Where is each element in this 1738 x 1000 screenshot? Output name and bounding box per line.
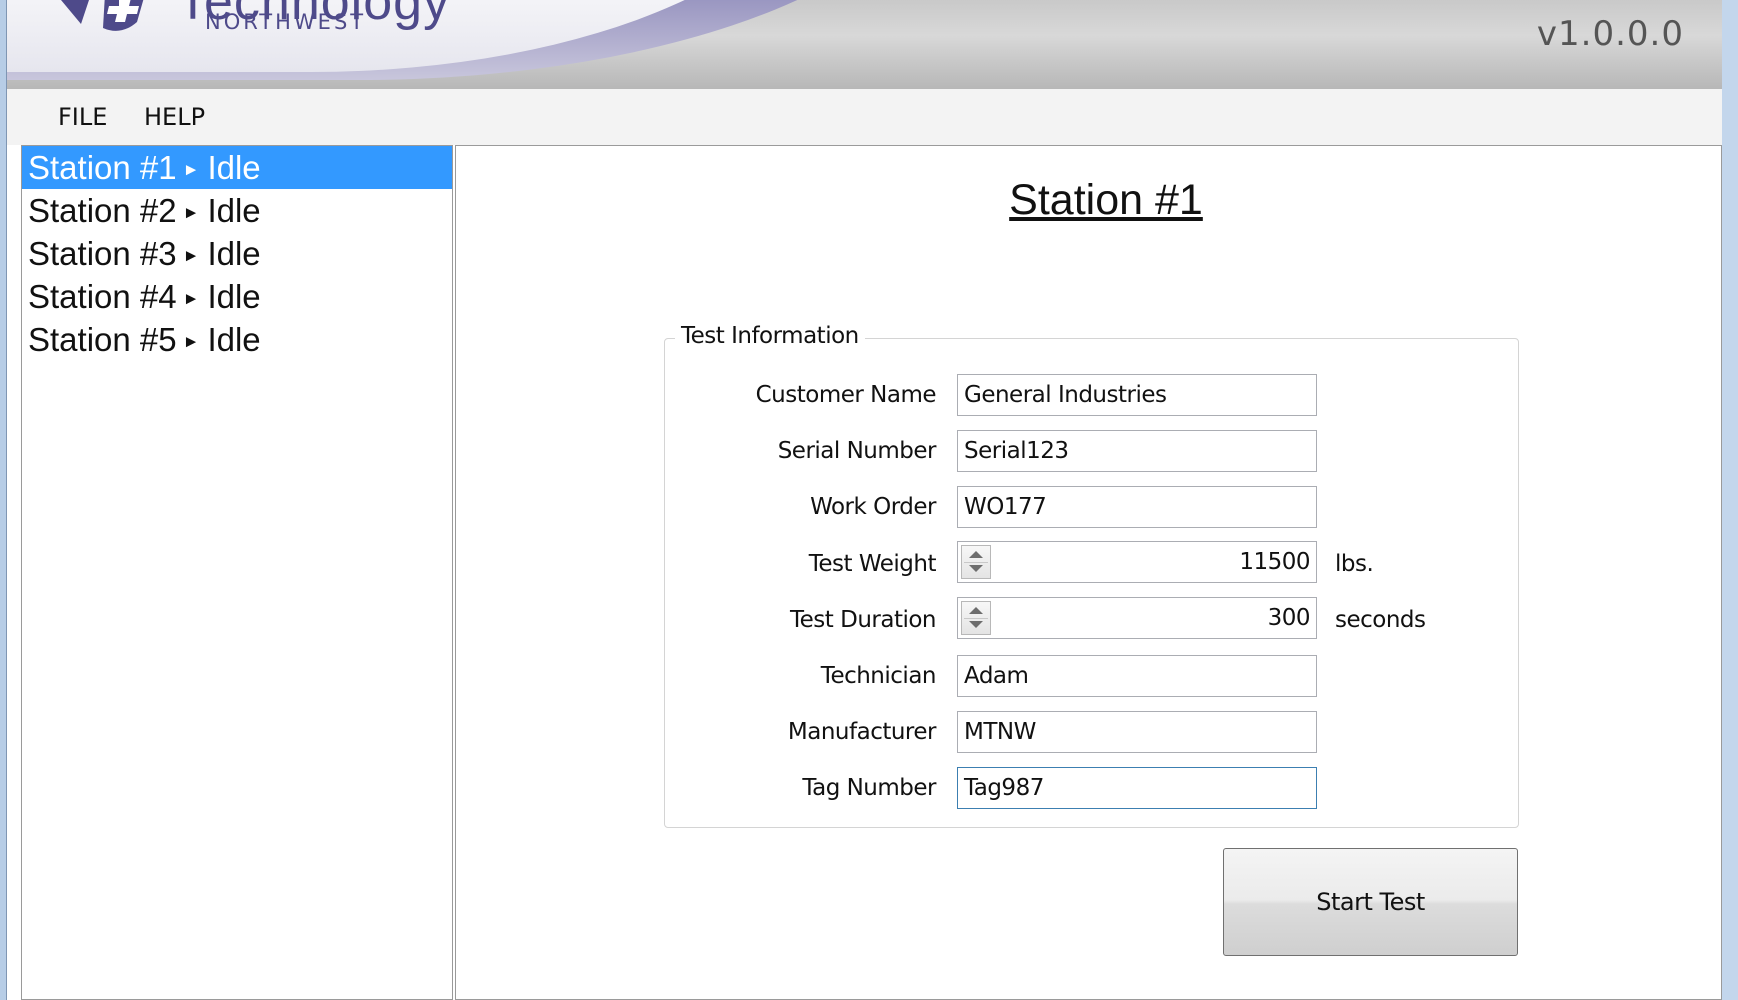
menu-file[interactable]: FILE <box>52 101 113 133</box>
technician-label: Technician <box>820 663 937 689</box>
spin-down-icon[interactable] <box>969 565 983 572</box>
test-weight-spin-buttons[interactable] <box>961 545 991 579</box>
status-arrow-icon: ► <box>182 160 200 179</box>
app-banner: Technology NORTHWEST v1.0.0.0 <box>7 0 1722 89</box>
test-weight-unit: lbs. <box>1335 551 1374 577</box>
test-duration-unit: seconds <box>1335 607 1426 633</box>
status-arrow-icon: ► <box>182 332 200 351</box>
spin-divider <box>964 618 988 619</box>
tag-number-field[interactable]: Tag987 <box>957 767 1317 809</box>
company-logo-icon <box>61 0 144 31</box>
test-duration-stepper[interactable]: 300 <box>957 597 1317 639</box>
spin-up-icon[interactable] <box>969 551 983 558</box>
station-title: Station #1 <box>1009 176 1203 224</box>
station-list-item-4[interactable]: Station #4 ► Idle <box>22 275 452 318</box>
app-version: v1.0.0.0 <box>1536 14 1684 54</box>
station-list-item-3[interactable]: Station #3 ► Idle <box>22 232 452 275</box>
menu-help[interactable]: HELP <box>138 101 211 133</box>
tag-number-label: Tag Number <box>802 775 936 801</box>
window-border-right <box>1721 0 1738 1000</box>
station-status: Idle <box>207 278 261 315</box>
station-list[interactable]: Station #1 ► Idle Station #2 ► Idle Station … <box>21 145 453 1000</box>
spin-up-icon[interactable] <box>969 607 983 614</box>
work-order-label: Work Order <box>810 494 936 520</box>
customer-name-label: Customer Name <box>755 382 937 408</box>
test-duration-value: 300 <box>1267 605 1311 631</box>
work-order-field[interactable]: WO177 <box>957 486 1317 528</box>
manufacturer-label: Manufacturer <box>787 719 937 745</box>
station-name: Station #2 <box>28 192 177 229</box>
station-list-item-1[interactable]: Station #1 ► Idle <box>22 146 452 189</box>
station-name: Station #4 <box>28 278 177 315</box>
menu-bar: FILE HELP <box>7 89 1722 145</box>
serial-number-field[interactable]: Serial123 <box>957 430 1317 472</box>
window-border-left <box>0 0 7 1000</box>
status-arrow-icon: ► <box>182 246 200 265</box>
status-arrow-icon: ► <box>182 289 200 308</box>
start-test-button[interactable]: Start Test <box>1223 848 1518 956</box>
test-duration-label: Test Duration <box>790 607 937 633</box>
customer-name-field[interactable]: General Industries <box>957 374 1317 416</box>
spin-divider <box>964 562 988 563</box>
test-information-group: Test Information Customer Name General I… <box>664 323 1519 828</box>
station-status: Idle <box>207 321 261 358</box>
test-duration-spin-buttons[interactable] <box>961 601 991 635</box>
station-status: Idle <box>207 192 261 229</box>
station-status: Idle <box>207 149 261 186</box>
status-arrow-icon: ► <box>182 203 200 222</box>
station-list-item-5[interactable]: Station #5 ► Idle <box>22 318 452 361</box>
station-name: Station #5 <box>28 321 177 358</box>
technician-field[interactable]: Adam <box>957 655 1317 697</box>
station-detail-panel: Station #1 Test Information Customer Nam… <box>455 145 1722 1000</box>
group-title: Test Information <box>675 323 865 349</box>
test-weight-stepper[interactable]: 11500 <box>957 541 1317 583</box>
station-name: Station #1 <box>28 149 177 186</box>
test-weight-label: Test Weight <box>808 551 937 577</box>
test-weight-value: 11500 <box>1239 549 1310 575</box>
spin-down-icon[interactable] <box>969 621 983 628</box>
station-status: Idle <box>207 235 261 272</box>
station-list-item-2[interactable]: Station #2 ► Idle <box>22 189 452 232</box>
serial-number-label: Serial Number <box>777 438 937 464</box>
manufacturer-field[interactable]: MTNW <box>957 711 1317 753</box>
brand-subtitle: NORTHWEST <box>205 10 367 34</box>
station-name: Station #3 <box>28 235 177 272</box>
